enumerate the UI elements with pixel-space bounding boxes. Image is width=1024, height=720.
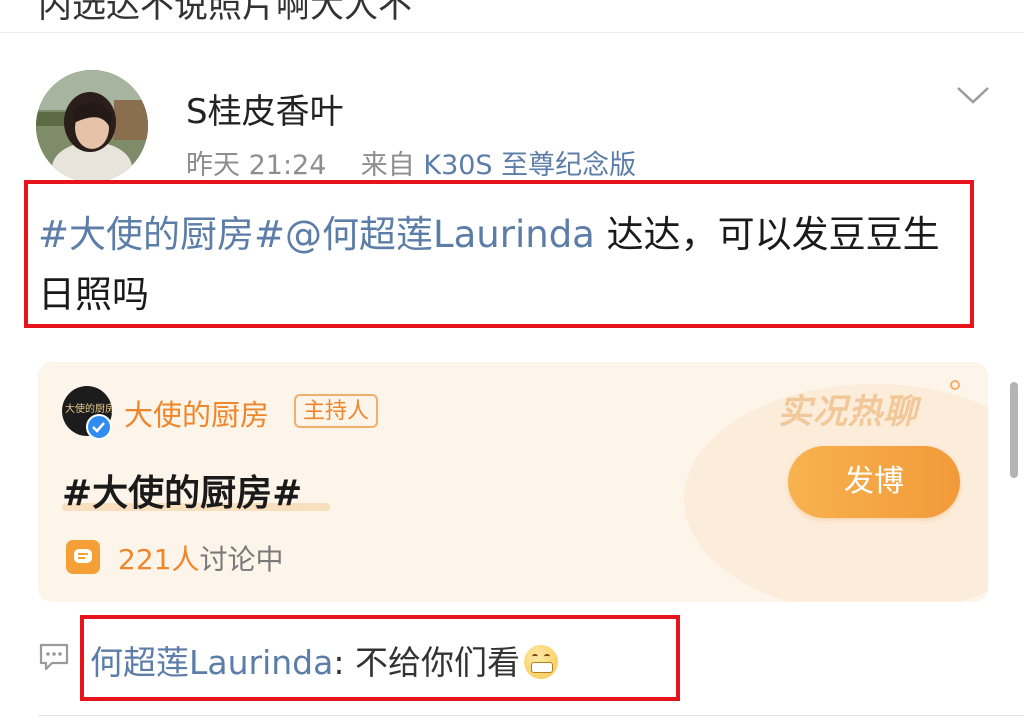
live-chat-logo: 实况热聊 [778,392,918,432]
post-body: #大使的厨房#@何超莲Laurinda 达达，可以发豆豆生日照吗 [38,205,968,325]
post-source-prefix: 来自 [360,150,415,181]
comment-preview[interactable]: 何超莲Laurinda: 不给你们看 [90,636,558,684]
avatar-photo [36,70,148,182]
topic-link[interactable]: #大使的厨房# [38,213,285,256]
post-timestamp: 昨天 21:24 [186,150,327,181]
weibo-feed-screen: 内选达不说照片啊大人不 S桂皮香叶 昨天 21:24 来自 K30S 至尊纪念版… [0,0,1024,720]
post-device-link[interactable]: K30S 至尊纪念版 [423,150,636,181]
feed-divider [0,32,1024,33]
comment-author-link[interactable]: 何超莲Laurinda [90,643,333,682]
topic-title[interactable]: #大使的厨房# [62,464,302,516]
discussion-count: 221人 [118,543,200,576]
comment-separator: : [333,643,355,682]
previous-post-text: 内选达不说照片啊大人不 [38,0,412,26]
discussion-label: 讨论中 [199,543,284,576]
chat-bubble-icon [74,549,92,563]
verified-badge-icon [86,414,112,440]
chevron-down-icon[interactable] [956,82,990,108]
discussion-icon [66,540,100,574]
scrollbar[interactable] [1010,382,1018,478]
topic-card[interactable]: 大使的厨房 大使的厨房 主持人 #大使的厨房# 221人讨论中 实况热聊 发博 [38,362,988,602]
grin-emoji-icon [523,645,558,679]
discussion-stats: 221人讨论中 [118,538,283,578]
user-avatar[interactable] [36,70,148,182]
comment-icon [39,643,69,671]
post-meta: 昨天 21:24 来自 K30S 至尊纪念版 [186,143,636,182]
topic-account-name[interactable]: 大使的厨房 [124,392,269,434]
topic-avatar-text: 大使的厨房 [65,404,112,415]
feed-divider-bottom [38,715,1024,716]
check-icon [92,422,105,433]
mention-link[interactable]: @何超莲Laurinda [285,213,595,256]
post-username[interactable]: S桂皮香叶 [186,84,344,133]
host-badge: 主持人 [294,394,379,428]
post-button[interactable]: 发博 [788,446,960,518]
comment-text: 不给你们看 [354,643,520,682]
live-dot-icon [950,380,960,390]
